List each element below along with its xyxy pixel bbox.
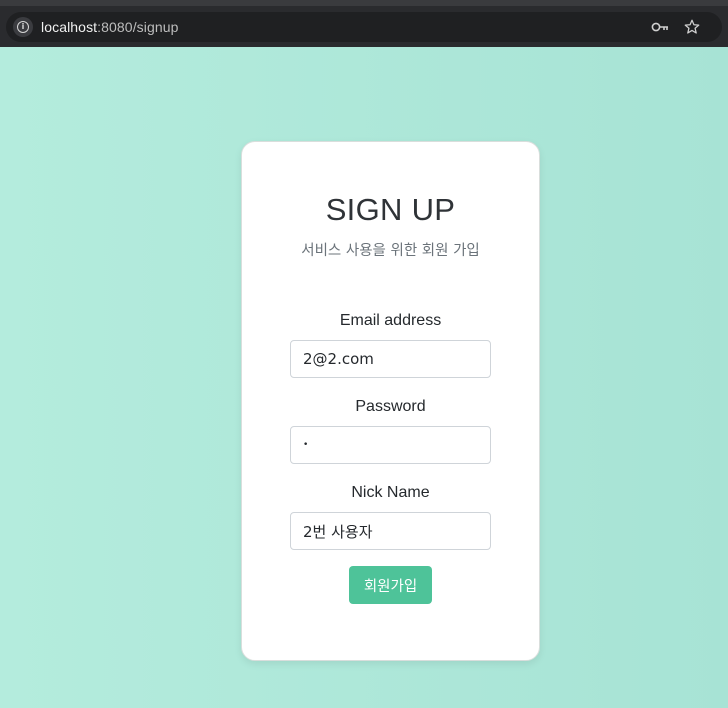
address-bar[interactable]: i localhost:8080/signup [6,12,722,42]
password-field[interactable] [290,426,491,464]
nickname-field[interactable] [290,512,491,550]
url-text[interactable]: localhost:8080/signup [41,19,179,35]
browser-toolbar: i localhost:8080/signup [0,0,728,47]
page-title: SIGN UP [325,192,456,227]
bookmark-star-icon[interactable] [683,18,701,36]
password-label: Password [355,398,426,415]
signup-button[interactable]: 회원가입 [349,566,432,604]
url-path: :8080/signup [97,19,179,35]
nickname-label: Nick Name [351,484,430,501]
email-field[interactable] [290,340,491,378]
key-icon[interactable] [651,20,669,34]
site-info-icon[interactable]: i [13,17,33,37]
url-host: localhost [41,19,98,35]
page-subtitle: 서비스 사용을 위한 회원 가입 [301,243,480,259]
signup-card: SIGN UP 서비스 사용을 위한 회원 가입 Email address P… [241,141,540,661]
email-label: Email address [339,312,442,329]
